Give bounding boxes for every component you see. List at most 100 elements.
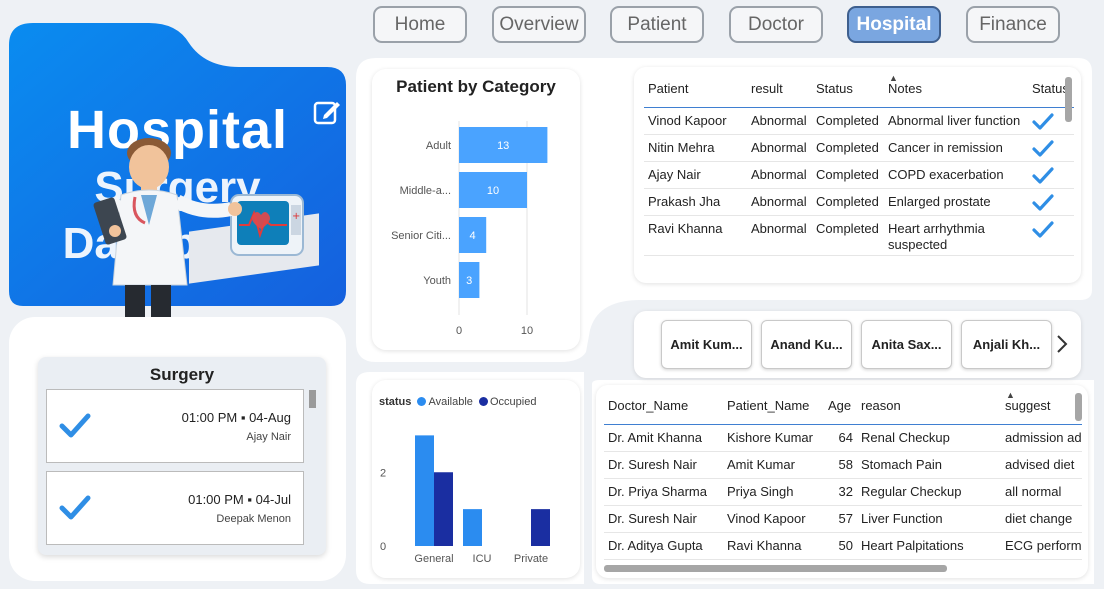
data-label: 10 <box>487 185 499 197</box>
patient-table-scrollbar[interactable] <box>1065 77 1072 122</box>
check-icon <box>1032 220 1054 238</box>
table-cell: Completed <box>812 188 884 216</box>
table-cell: Stomach Pain <box>857 451 1001 479</box>
check-icon <box>1032 112 1054 130</box>
column-header[interactable]: Status <box>812 70 884 108</box>
table-cell: Completed <box>812 215 884 256</box>
surgery-item[interactable]: 01:00 PM ▪ 04-Aug Ajay Nair <box>46 389 304 463</box>
category-label: Private <box>514 553 548 565</box>
category-label: Middle-a... <box>400 185 451 197</box>
doctor-chip[interactable]: Anand Ku... <box>761 320 852 369</box>
table-cell: Nitin Mehra <box>644 134 747 162</box>
surgery-patient-name: Deepak Menon <box>216 513 291 525</box>
hero-banner: Hospital Surgery Dashboard + <box>9 23 346 333</box>
doctor-table-scrollbar[interactable] <box>1075 393 1082 421</box>
bar <box>434 472 453 546</box>
table-cell: 32 <box>824 478 857 506</box>
column-header[interactable]: Age <box>824 387 857 425</box>
table-row[interactable]: Prakash Jha Abnormal Completed Enlarged pro… <box>644 188 1074 216</box>
sort-caret-icon: ▲ <box>1006 390 1015 400</box>
table-row[interactable]: Nitin Mehra Abnormal Completed Cancer in re… <box>644 134 1074 162</box>
table-row[interactable]: Dr. Aditya Gupta Ravi Khanna 50 Heart Palpi… <box>604 532 1082 560</box>
table-row[interactable]: Ajay Nair Abnormal Completed COPD exacerbat… <box>644 161 1074 189</box>
patient-category-chart: Patient by Category 13 Adult 10 Middle-a...… <box>372 69 580 350</box>
table-cell: Abnormal <box>747 107 812 135</box>
bar <box>415 435 434 546</box>
bar <box>463 509 482 546</box>
table-row[interactable]: Vinod Kapoor Abnormal Completed Abnormal li… <box>644 107 1074 135</box>
table-cell: 57 <box>824 505 857 533</box>
data-label: 13 <box>497 140 509 152</box>
column-header[interactable]: reason <box>857 387 1001 425</box>
table-row[interactable]: Dr. Suresh Nair Amit Kumar 58 Stomach Pain a… <box>604 451 1082 479</box>
table-cell: Liver Function <box>857 505 1001 533</box>
table-row[interactable]: Dr. Suresh Nair Vinod Kapoor 57 Liver Funct… <box>604 505 1082 533</box>
doctor-chip[interactable]: Anita Sax... <box>861 320 952 369</box>
table-cell: Vinod Kapoor <box>723 505 824 533</box>
table-row[interactable]: Dr. Priya Sharma Priya Singh 32 Regular Che… <box>604 478 1082 506</box>
surgery-item[interactable]: 01:00 PM ▪ 04-Jul Deepak Menon <box>46 471 304 545</box>
surgery-scrollbar[interactable] <box>309 390 316 408</box>
table-cell: Amit Kumar <box>723 451 824 479</box>
chevron-right-icon[interactable] <box>1054 333 1070 355</box>
table-row[interactable]: Dr. Amit Khanna Kishore Kumar 64 Renal Chec… <box>604 424 1082 452</box>
sort-caret-icon: ▲ <box>889 73 898 83</box>
patient-category-plot: 13 Adult 10 Middle-a... 4 Senior Citi... 3 Yout… <box>391 121 548 337</box>
table-cell: advised diet <box>1001 451 1082 479</box>
surgery-time: 01:00 PM ▪ 04-Aug <box>181 410 291 425</box>
table-cell: Completed <box>812 107 884 135</box>
table-cell: 58 <box>824 451 857 479</box>
category-label: Adult <box>426 140 451 152</box>
category-label: General <box>414 553 453 565</box>
surgery-time: 01:00 PM ▪ 04-Jul <box>188 492 291 507</box>
table-cell: Dr. Amit Khanna <box>604 424 723 452</box>
category-label: ICU <box>473 553 492 565</box>
table-cell: admission ad <box>1001 424 1082 452</box>
doctor-illustration <box>93 138 242 333</box>
table-cell: Cancer in remission <box>884 134 1028 162</box>
doctor-table-hscrollbar[interactable] <box>604 565 947 572</box>
doctor-chip[interactable]: Anjali Kh... <box>961 320 1052 369</box>
check-icon <box>1032 166 1054 184</box>
bed-status-plot: 0 2 General ICU Private <box>380 435 550 565</box>
table-cell: 64 <box>824 424 857 452</box>
table-cell: Renal Checkup <box>857 424 1001 452</box>
tick-label: 0 <box>380 541 386 553</box>
table-cell: Ajay Nair <box>644 161 747 189</box>
table-cell: Heart Palpitations <box>857 532 1001 560</box>
check-icon <box>1032 139 1054 157</box>
doctor-table-card: Doctor_Name Patient_Name Age reason suggest ▲… <box>596 385 1088 578</box>
surgery-card: Surgery 01:00 PM ▪ 04-Aug Ajay Nair 01:0… <box>38 357 326 555</box>
table-cell: diet change <box>1001 505 1082 533</box>
doctor-chip[interactable]: Amit Kum... <box>661 320 752 369</box>
table-cell: Abnormal <box>747 188 812 216</box>
status-cell <box>1028 215 1074 256</box>
surgery-title: Surgery <box>149 365 215 384</box>
table-cell: Abnormal <box>747 161 812 189</box>
bar <box>531 509 550 546</box>
table-row[interactable]: Ravi Khanna Abnormal Completed Heart arrhyt… <box>644 215 1074 256</box>
check-icon <box>59 495 91 520</box>
tick-label: 2 <box>380 467 386 479</box>
edit-icon[interactable] <box>312 97 342 127</box>
table-cell: Abnormal liver function <box>884 107 1028 135</box>
column-header[interactable]: Doctor_Name <box>604 387 723 425</box>
column-header[interactable]: Notes ▲ <box>884 70 1028 108</box>
column-header[interactable]: Patient_Name <box>723 387 824 425</box>
column-header[interactable]: suggest ▲ <box>1001 387 1082 425</box>
table-cell: 50 <box>824 532 857 560</box>
table-cell: Dr. Priya Sharma <box>604 478 723 506</box>
table-cell: Ravi Khanna <box>723 532 824 560</box>
status-cell <box>1028 188 1074 216</box>
column-header[interactable]: Patient <box>644 70 747 108</box>
table-cell: Abnormal <box>747 215 812 256</box>
data-label: 4 <box>470 230 476 242</box>
column-header[interactable]: result <box>747 70 812 108</box>
table-cell: Regular Checkup <box>857 478 1001 506</box>
table-cell: Kishore Kumar <box>723 424 824 452</box>
table-cell: Dr. Suresh Nair <box>604 451 723 479</box>
table-cell: Dr. Suresh Nair <box>604 505 723 533</box>
table-cell: Heart arrhythmia suspected <box>884 215 1028 256</box>
data-label: 3 <box>466 275 472 287</box>
status-cell <box>1028 161 1074 189</box>
